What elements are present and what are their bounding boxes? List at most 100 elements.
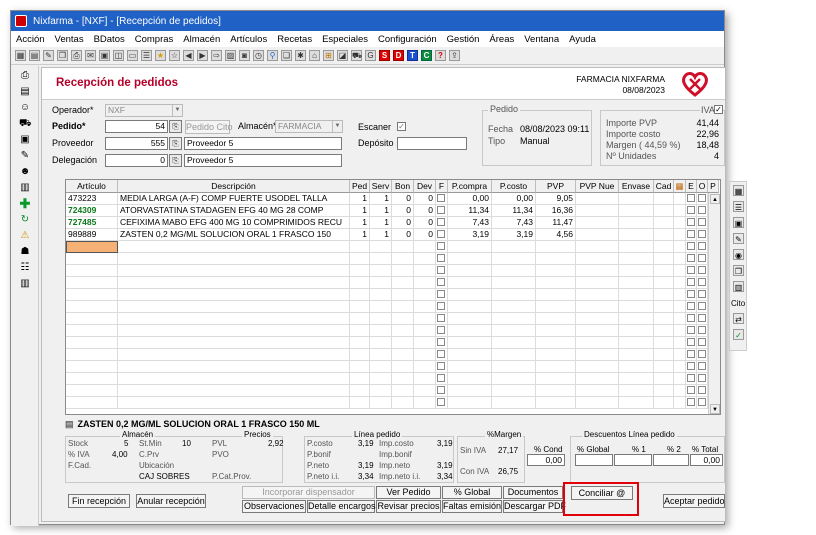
lookup-icon[interactable]: ⎘ xyxy=(169,137,182,150)
menu-bdatos[interactable]: BDatos xyxy=(89,34,130,45)
row-checkbox[interactable] xyxy=(437,326,445,334)
row-checkbox[interactable] xyxy=(698,242,706,250)
grid-cell[interactable] xyxy=(414,313,436,325)
cito-label[interactable]: Cito xyxy=(731,299,745,308)
grid-cell[interactable] xyxy=(66,325,118,337)
grid-cell[interactable]: 1 xyxy=(350,229,370,241)
grid-cell[interactable] xyxy=(536,325,576,337)
folder-icon[interactable]: ▭ xyxy=(127,50,138,61)
row-checkbox[interactable] xyxy=(437,254,445,262)
grid-cell[interactable] xyxy=(66,253,118,265)
grid-cell[interactable] xyxy=(436,361,448,373)
grid-cell[interactable] xyxy=(492,289,536,301)
grid-cell[interactable] xyxy=(619,337,654,349)
row-checkbox[interactable] xyxy=(437,374,445,382)
grid-cell[interactable] xyxy=(536,253,576,265)
row-checkbox[interactable] xyxy=(698,314,706,322)
grid-cell[interactable] xyxy=(654,337,674,349)
grid-cell[interactable] xyxy=(66,265,118,277)
row-checkbox[interactable] xyxy=(687,374,695,382)
grid-cell[interactable] xyxy=(392,301,414,313)
grid-cell[interactable] xyxy=(370,385,392,397)
grid-icon[interactable]: ▦ xyxy=(15,50,26,61)
grid-cell[interactable] xyxy=(350,301,370,313)
scroll-up-icon[interactable]: ▲ xyxy=(710,194,720,204)
row-checkbox[interactable] xyxy=(437,194,445,202)
col-e[interactable]: E xyxy=(686,180,697,193)
row-checkbox[interactable] xyxy=(687,242,695,250)
deposito-input[interactable] xyxy=(397,137,467,150)
grid-cell[interactable] xyxy=(436,289,448,301)
grid-cell[interactable] xyxy=(576,313,619,325)
copy-icon[interactable]: ❐ xyxy=(733,265,744,276)
grid-cell[interactable] xyxy=(436,349,448,361)
grid-cell[interactable] xyxy=(619,265,654,277)
check-icon[interactable]: ✓ xyxy=(733,329,744,340)
grid-cell[interactable] xyxy=(414,265,436,277)
grid-cell[interactable]: 1 xyxy=(370,193,392,205)
grid-cell[interactable] xyxy=(619,397,654,409)
users-icon[interactable]: ☗ xyxy=(19,246,31,258)
observaciones-button[interactable]: Observaciones xyxy=(242,500,306,513)
grid-cell[interactable] xyxy=(674,325,686,337)
proveedor-code-input[interactable]: 555 xyxy=(105,137,168,150)
grid-cell[interactable] xyxy=(436,253,448,265)
grid-cell[interactable] xyxy=(392,289,414,301)
cart-icon[interactable]: ⛟ xyxy=(351,50,362,61)
grid-cell[interactable] xyxy=(350,241,370,253)
menu-compras[interactable]: Compras xyxy=(130,34,179,45)
grid-cell[interactable] xyxy=(370,253,392,265)
col-cad[interactable]: Cad xyxy=(654,180,674,193)
grid-cell[interactable] xyxy=(350,289,370,301)
d-icon[interactable]: D xyxy=(393,50,404,61)
grid-cell[interactable]: 9,05 xyxy=(536,193,576,205)
grid-cell[interactable]: 1 xyxy=(370,205,392,217)
save-icon[interactable]: ▨ xyxy=(225,50,236,61)
grid-cell[interactable] xyxy=(619,241,654,253)
pedido-cito-button[interactable]: Pedido Cito xyxy=(185,120,233,134)
grid-cell[interactable] xyxy=(619,301,654,313)
grid-cell[interactable] xyxy=(436,241,448,253)
grid-cell[interactable] xyxy=(686,301,697,313)
anular-recepcion-button[interactable]: Anular recepción xyxy=(136,494,206,508)
grid-cell[interactable] xyxy=(118,373,350,385)
grid-cell[interactable] xyxy=(118,289,350,301)
people-icon[interactable]: ☻ xyxy=(19,166,31,178)
grid-cell[interactable]: 0 xyxy=(392,205,414,217)
grid-cell[interactable] xyxy=(654,289,674,301)
grid-cell[interactable] xyxy=(654,301,674,313)
pen-icon[interactable]: ✎ xyxy=(19,150,31,162)
grid-cell[interactable] xyxy=(697,277,708,289)
grid-cell[interactable] xyxy=(414,277,436,289)
total-input[interactable]: 0,00 xyxy=(690,454,723,466)
aceptar-pedido-button[interactable]: Aceptar pedido xyxy=(663,494,725,508)
grid-cell[interactable] xyxy=(350,325,370,337)
grid-cell[interactable] xyxy=(619,373,654,385)
pedido-input[interactable]: 54 xyxy=(105,120,168,133)
grid-cell[interactable]: 0,00 xyxy=(448,193,492,205)
grid-cell[interactable] xyxy=(654,277,674,289)
grid-cell[interactable] xyxy=(674,265,686,277)
grid-cell[interactable] xyxy=(674,277,686,289)
grid-cell[interactable] xyxy=(536,397,576,409)
grid-cell[interactable]: 11,34 xyxy=(448,205,492,217)
transfer-icon[interactable]: ⇄ xyxy=(733,313,744,324)
menu-ventas[interactable]: Ventas xyxy=(50,34,89,45)
grid-cell[interactable] xyxy=(697,337,708,349)
grid-cell[interactable] xyxy=(686,229,697,241)
grid-cell[interactable] xyxy=(370,265,392,277)
grid-cell[interactable] xyxy=(392,277,414,289)
grid-cell[interactable] xyxy=(350,385,370,397)
grid-cell[interactable] xyxy=(619,325,654,337)
row-checkbox[interactable] xyxy=(437,314,445,322)
grid-cell[interactable]: 16,36 xyxy=(536,205,576,217)
grid-cell[interactable] xyxy=(576,217,619,229)
grid-cell[interactable] xyxy=(448,301,492,313)
grid-cell[interactable]: 1 xyxy=(350,217,370,229)
grid-cell[interactable] xyxy=(697,205,708,217)
grid-cell[interactable]: 7,43 xyxy=(448,217,492,229)
grid-cell[interactable] xyxy=(697,313,708,325)
grid-cell[interactable] xyxy=(448,277,492,289)
grid-cell[interactable] xyxy=(674,373,686,385)
col-p[interactable]: P xyxy=(708,180,719,193)
